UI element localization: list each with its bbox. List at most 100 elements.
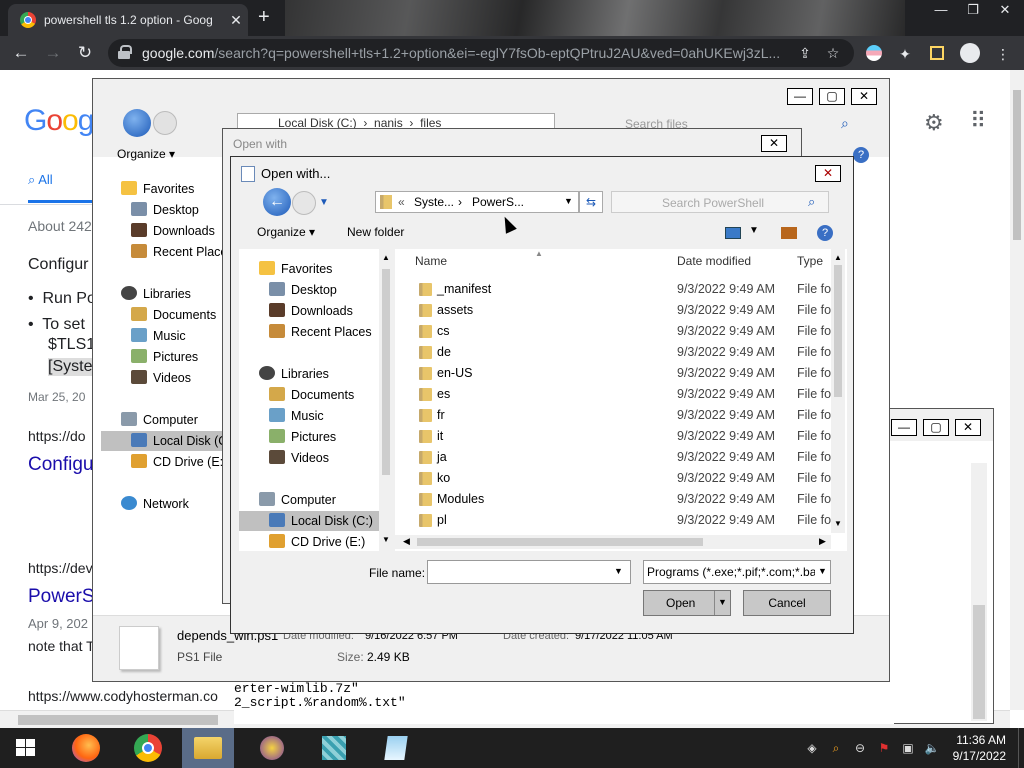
dialog-nav-downloads[interactable]: Downloads bbox=[269, 301, 353, 321]
file-row[interactable]: es 9/3/2022 9:49 AM File fol bbox=[413, 384, 841, 405]
dialog-nav-cd-drive[interactable]: CD Drive (E:) bbox=[269, 532, 365, 552]
nav-pane-scrollbar[interactable]: ▲ ▼ bbox=[379, 249, 393, 551]
open-button[interactable]: Open ▼ bbox=[643, 590, 731, 616]
restore-window-button[interactable]: ❐ bbox=[956, 0, 990, 22]
start-windows-icon[interactable] bbox=[16, 739, 36, 757]
nav-downloads[interactable]: Downloads bbox=[131, 221, 215, 241]
file-row[interactable]: pl 9/3/2022 9:49 AM File fol bbox=[413, 510, 841, 531]
minus-tray-icon[interactable]: ⊖ bbox=[852, 740, 868, 756]
network-tray-icon[interactable]: ◈ bbox=[804, 740, 820, 756]
page-vertical-scrollbar[interactable] bbox=[1010, 70, 1024, 710]
dialog-search-input[interactable]: Search PowerShell ⌕ bbox=[611, 191, 829, 213]
scroll-up-icon[interactable]: ▲ bbox=[382, 253, 390, 262]
dialog-new-folder-button[interactable]: New folder bbox=[347, 225, 404, 239]
notepad-maximize-button[interactable]: ▢ bbox=[923, 419, 949, 436]
file-list-scroll-thumb[interactable] bbox=[834, 265, 842, 397]
display-tray-icon[interactable]: ▣ bbox=[900, 740, 916, 756]
notepad-taskbar-button[interactable] bbox=[372, 728, 420, 768]
result-link-2[interactable]: PowerS bbox=[28, 586, 95, 608]
file-row[interactable]: _manifest 9/3/2022 9:49 AM File fol bbox=[413, 279, 841, 300]
tab-close-icon[interactable]: ✕ bbox=[226, 10, 246, 30]
explorer-close-button[interactable]: ✕ bbox=[851, 88, 877, 105]
nav-scroll-thumb[interactable] bbox=[382, 269, 390, 475]
explorer-forward-icon[interactable] bbox=[153, 111, 177, 135]
file-row[interactable]: ja 9/3/2022 9:49 AM File fol bbox=[413, 447, 841, 468]
side-panel-icon[interactable] bbox=[930, 46, 944, 60]
nav-pictures[interactable]: Pictures bbox=[131, 347, 198, 367]
column-name-header[interactable]: Name bbox=[415, 254, 447, 268]
package-taskbar-button[interactable] bbox=[310, 728, 358, 768]
nav-recent-places[interactable]: Recent Places bbox=[131, 242, 234, 262]
nav-cd-drive[interactable]: CD Drive (E:) bbox=[131, 452, 227, 472]
flag-tray-icon[interactable]: ⚑ bbox=[876, 740, 892, 756]
breadcrumb-overflow[interactable]: « bbox=[398, 195, 405, 209]
cancel-button[interactable]: Cancel bbox=[743, 590, 831, 616]
preview-pane-icon[interactable] bbox=[781, 227, 797, 239]
dialog-nav-computer[interactable]: Computer bbox=[259, 490, 336, 510]
file-row[interactable]: en-US 9/3/2022 9:49 AM File fol bbox=[413, 363, 841, 384]
scroll-right-icon[interactable]: ▶ bbox=[819, 536, 826, 547]
nav-documents[interactable]: Documents bbox=[131, 305, 216, 325]
file-row[interactable]: Modules 9/3/2022 9:49 AM File fol bbox=[413, 489, 841, 510]
apps-grid-icon[interactable]: ⠿ bbox=[970, 108, 986, 134]
dialog-nav-desktop[interactable]: Desktop bbox=[269, 280, 337, 300]
dialog-nav-local-disk[interactable]: Local Disk (C:) bbox=[239, 511, 379, 531]
explorer-minimize-button[interactable]: — bbox=[787, 88, 813, 105]
change-view-dropdown-icon[interactable]: ▼ bbox=[749, 225, 759, 236]
breadcrumb-powershell[interactable]: PowerS... bbox=[472, 195, 524, 209]
file-name-combobox[interactable]: ▼ bbox=[427, 560, 631, 584]
new-tab-button[interactable]: + bbox=[258, 6, 270, 28]
search-tray-icon[interactable]: ⌕ bbox=[828, 740, 844, 756]
file-list-vertical-scrollbar[interactable]: ▲ ▼ bbox=[831, 249, 845, 533]
nav-desktop[interactable]: Desktop bbox=[131, 200, 199, 220]
dialog-breadcrumb[interactable]: « Syste... › PowerS... ▼ bbox=[375, 191, 579, 213]
dialog-close-button[interactable]: ✕ bbox=[815, 165, 841, 182]
address-bar[interactable]: google.com/search?q=powershell+tls+1.2+o… bbox=[108, 39, 854, 67]
file-list-horizontal-scrollbar[interactable]: ◀ ▶ bbox=[395, 535, 831, 549]
file-row[interactable]: de 9/3/2022 9:49 AM File fol bbox=[413, 342, 841, 363]
nav-music[interactable]: Music bbox=[131, 326, 186, 346]
extensions-puzzle-icon[interactable]: ✦ bbox=[896, 45, 914, 63]
dialog-nav-libraries[interactable]: Libraries bbox=[259, 364, 329, 384]
notepad-minimize-button[interactable]: — bbox=[891, 419, 917, 436]
breadcrumb-dropdown-icon[interactable]: ▼ bbox=[564, 196, 573, 206]
clock[interactable]: 11:36 AM 9/17/2022 bbox=[948, 732, 1006, 764]
file-list-h-scroll-thumb[interactable] bbox=[417, 538, 703, 546]
extension-flag-icon[interactable] bbox=[866, 45, 882, 61]
forward-arrow-icon[interactable]: → bbox=[42, 42, 64, 64]
result-link-1[interactable]: Configu bbox=[28, 454, 94, 476]
result-url-1[interactable]: https://do bbox=[28, 428, 86, 444]
volume-tray-icon[interactable]: 🔈 bbox=[924, 740, 940, 756]
breadcrumb-system[interactable]: Syste... bbox=[414, 195, 454, 209]
result-url-2[interactable]: https://dev bbox=[28, 560, 93, 576]
nav-network[interactable]: Network bbox=[121, 494, 189, 514]
dialog-organize-button[interactable]: Organize ▾ bbox=[257, 225, 315, 239]
scroll-left-icon[interactable]: ◀ bbox=[403, 536, 410, 547]
nav-videos[interactable]: Videos bbox=[131, 368, 191, 388]
change-view-icon[interactable] bbox=[725, 227, 741, 239]
dialog-help-icon[interactable]: ? bbox=[817, 225, 833, 241]
google-logo[interactable]: Goog bbox=[24, 104, 94, 138]
explorer-search-icon[interactable]: ⌕ bbox=[841, 115, 849, 132]
dialog-nav-recent-places[interactable]: Recent Places bbox=[269, 322, 372, 342]
scroll-up-icon[interactable]: ▲ bbox=[834, 253, 842, 262]
back-arrow-icon[interactable]: ← bbox=[10, 42, 32, 64]
notepad-close-button[interactable]: ✕ bbox=[955, 419, 981, 436]
result-url-3[interactable]: https://www.codyhosterman.co bbox=[28, 688, 218, 704]
bookmark-star-icon[interactable]: ☆ bbox=[824, 44, 842, 62]
notepad-scroll-thumb[interactable] bbox=[973, 605, 985, 719]
dialog-search-icon[interactable]: ⌕ bbox=[808, 194, 815, 210]
profile-avatar[interactable] bbox=[960, 43, 980, 63]
app-taskbar-button[interactable] bbox=[248, 728, 296, 768]
nav-local-disk[interactable]: Local Disk (C: bbox=[101, 431, 231, 451]
nav-computer[interactable]: Computer bbox=[121, 410, 198, 430]
file-name-dropdown-icon[interactable]: ▼ bbox=[614, 566, 623, 576]
show-desktop-button[interactable] bbox=[1018, 728, 1024, 768]
settings-gear-icon[interactable]: ⚙ bbox=[924, 110, 944, 136]
nav-libraries[interactable]: Libraries bbox=[121, 284, 191, 304]
dialog-nav-music[interactable]: Music bbox=[269, 406, 324, 426]
minimize-window-button[interactable]: — bbox=[924, 0, 958, 22]
dialog-back-icon[interactable]: ← bbox=[263, 188, 291, 216]
explorer-taskbar-button[interactable] bbox=[182, 728, 234, 768]
scrollbar-thumb[interactable] bbox=[1013, 90, 1021, 240]
